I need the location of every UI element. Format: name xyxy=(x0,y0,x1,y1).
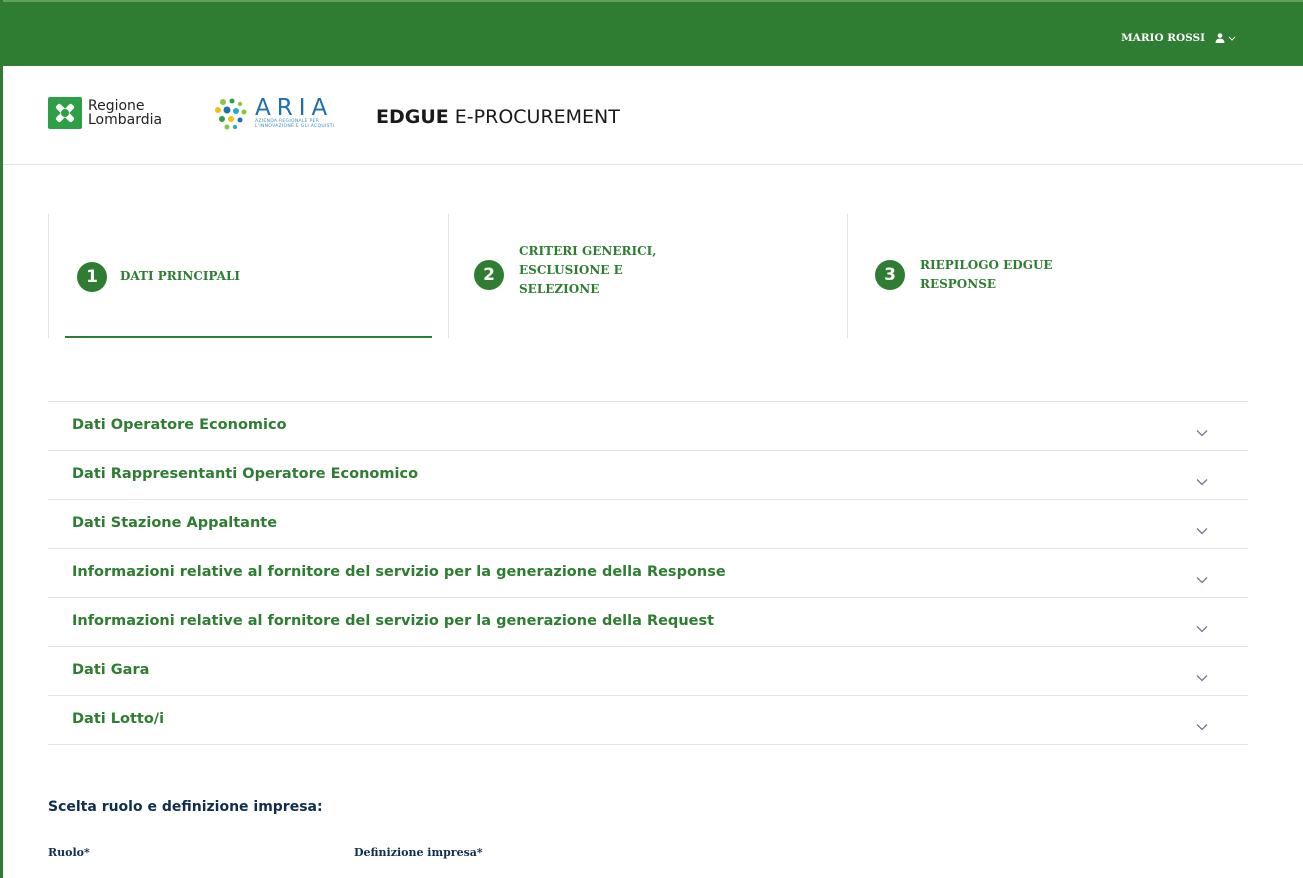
top-bar: MARIO ROSSI xyxy=(0,0,1303,66)
step-number: 2 xyxy=(474,260,504,290)
accordion-title: Informazioni relative al fornitore del s… xyxy=(72,613,715,629)
accordion-item-dati-gara[interactable]: Dati Gara xyxy=(48,647,1248,696)
brand-rest: E-PROCUREMENT xyxy=(448,106,620,128)
user-menu[interactable]: MARIO ROSSI xyxy=(1121,32,1237,44)
accordion-item-dati-rappresentanti[interactable]: Dati Rappresentanti Operatore Economico xyxy=(48,451,1248,500)
wizard-steps: 1 DATI PRINCIPALI 2 CRITERI GENERICI, ES… xyxy=(48,214,1248,339)
chevron-down-icon xyxy=(1196,520,1208,539)
step-label: CRITERI GENERICI, ESCLUSIONE E SELEZIONE xyxy=(519,244,657,296)
step-number: 3 xyxy=(875,260,905,290)
regione-line1: Regione xyxy=(88,98,145,114)
step-label: DATI PRINCIPALI xyxy=(120,269,241,283)
chevron-down-icon xyxy=(1196,471,1208,490)
regione-lombardia-mark-icon xyxy=(48,97,82,129)
definizione-impresa-label: Definizione impresa* xyxy=(354,846,483,859)
chevron-down-icon xyxy=(1196,569,1208,588)
header: Regione Lombardia ARIA AZIENDA REGIONALE… xyxy=(0,66,1303,165)
aria-logo: ARIA AZIENDA REGIONALE PER L'INNOVAZIONE… xyxy=(213,97,334,135)
step-dati-principali[interactable]: 1 DATI PRINCIPALI xyxy=(48,214,448,338)
step-riepilogo[interactable]: 3 RIEPILOGO EDGUE RESPONSE xyxy=(847,214,1247,338)
aria-wordmark: ARIA xyxy=(255,95,334,121)
chevron-down-icon xyxy=(1196,618,1208,637)
accordion-item-fornitore-request[interactable]: Informazioni relative al fornitore del s… xyxy=(48,598,1248,647)
user-name: MARIO ROSSI xyxy=(1121,32,1205,44)
accordion-title: Informazioni relative al fornitore del s… xyxy=(72,564,726,580)
regione-lombardia-text: Regione Lombardia xyxy=(88,99,162,127)
accordion-title: Dati Rappresentanti Operatore Economico xyxy=(72,466,419,482)
accordion: Dati Operatore Economico Dati Rappresent… xyxy=(48,401,1248,745)
chevron-down-icon xyxy=(1196,422,1208,441)
accordion-title: Dati Gara xyxy=(72,662,150,678)
chevron-down-icon xyxy=(1196,716,1208,735)
app-brand: EDGUE E-PROCUREMENT xyxy=(376,106,620,128)
left-border xyxy=(0,0,3,878)
regione-lombardia-logo: Regione Lombardia xyxy=(48,97,162,129)
accordion-title: Dati Operatore Economico xyxy=(72,417,287,433)
accordion-title: Dati Lotto/i xyxy=(72,711,165,727)
brand-bold: EDGUE xyxy=(376,106,449,128)
accordion-title: Dati Stazione Appaltante xyxy=(72,515,278,531)
aria-subtitle-2: L'INNOVAZIONE E GLI ACQUISTI xyxy=(255,124,335,129)
active-step-indicator xyxy=(65,336,432,338)
ruolo-label: Ruolo* xyxy=(48,846,90,859)
step-label: RIEPILOGO EDGUE RESPONSE xyxy=(920,258,1053,291)
section-title: Scelta ruolo e definizione impresa: xyxy=(48,799,323,815)
aria-dots-icon xyxy=(213,97,249,135)
user-icon xyxy=(1215,33,1237,43)
accordion-item-dati-operatore-economico[interactable]: Dati Operatore Economico xyxy=(48,402,1248,451)
step-number: 1 xyxy=(77,262,107,292)
accordion-item-fornitore-response[interactable]: Informazioni relative al fornitore del s… xyxy=(48,549,1248,598)
accordion-item-dati-lotti[interactable]: Dati Lotto/i xyxy=(48,696,1248,745)
step-criteri-generici[interactable]: 2 CRITERI GENERICI, ESCLUSIONE E SELEZIO… xyxy=(448,214,848,338)
regione-line2: Lombardia xyxy=(88,112,163,128)
chevron-down-icon xyxy=(1196,667,1208,686)
accordion-item-dati-stazione-appaltante[interactable]: Dati Stazione Appaltante xyxy=(48,500,1248,549)
